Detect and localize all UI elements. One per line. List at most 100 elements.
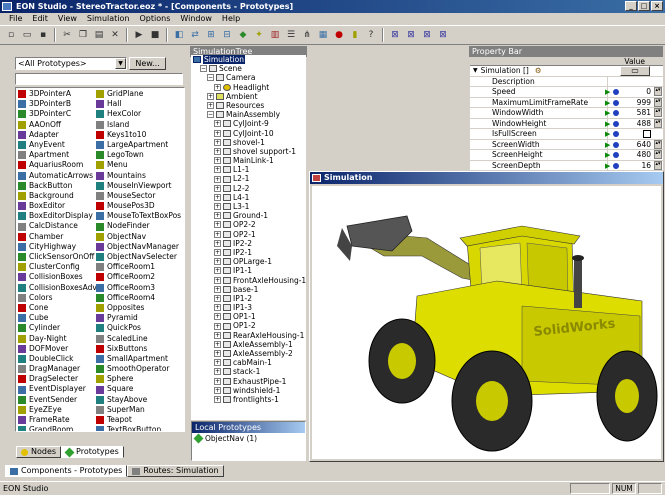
spin-icon[interactable]: ▴▾	[654, 108, 662, 117]
record-icon[interactable]: ●	[332, 28, 346, 42]
property-value[interactable]	[608, 129, 663, 139]
prototype-item[interactable]: AquariusRoom	[18, 160, 97, 170]
prototype-item[interactable]: HexColor	[96, 109, 181, 119]
prototype-item[interactable]: Adapter	[18, 130, 97, 140]
tab-routes[interactable]: Routes: Simulation	[127, 465, 224, 477]
property-value[interactable]: 581 ▴▾	[608, 108, 663, 118]
expand-icon[interactable]: +	[214, 193, 221, 201]
expand-icon[interactable]: +	[214, 239, 221, 247]
expand-icon[interactable]: +	[214, 184, 221, 192]
prototype-item[interactable]: BoxEditor	[18, 201, 97, 211]
spin-icon[interactable]: ▴▾	[654, 139, 662, 149]
prototype-item[interactable]: Pyramid	[96, 313, 181, 323]
prototype-item[interactable]: DOFMover	[18, 344, 97, 354]
prototype-item[interactable]: Cube	[18, 313, 97, 323]
expand-icon[interactable]: +	[214, 359, 221, 367]
prototype-item[interactable]: CollisionBoxesAdv	[18, 283, 97, 293]
expand-icon[interactable]: +	[214, 340, 221, 348]
expand-icon[interactable]: +	[214, 294, 221, 302]
prototype-item[interactable]: SuperMan	[96, 405, 181, 415]
expand-icon[interactable]: +	[214, 221, 221, 229]
property-value[interactable]: 480 ▴▾	[608, 150, 663, 160]
tree-item[interactable]: + stack-1	[191, 367, 306, 376]
prototype-item[interactable]: Cylinder	[18, 323, 97, 333]
property-row[interactable]: ▶ ScreenWidth 640 ▴▾	[470, 139, 663, 150]
stop-icon[interactable]: ■	[148, 28, 162, 42]
tree-item[interactable]: + frontlights-1	[191, 395, 306, 404]
grid-tool-icon[interactable]: ⊟	[220, 28, 234, 42]
prototype-item[interactable]: OfficeRoom3	[96, 283, 181, 293]
prototype-item[interactable]: Menu	[96, 160, 181, 170]
tab-components-prototypes[interactable]: Components - Prototypes	[5, 465, 128, 477]
prototype-item[interactable]: GrandRoom	[18, 425, 97, 431]
tree-item[interactable]: + IP1-1	[191, 266, 306, 275]
property-row[interactable]: ▶ WindowWidth 581 ▴▾	[470, 108, 663, 119]
tree-item[interactable]: + OP1-1	[191, 312, 306, 321]
expand-icon[interactable]: +	[207, 102, 214, 110]
paste-icon[interactable]: ▤	[92, 28, 106, 42]
cut-icon[interactable]: ✂	[60, 28, 74, 42]
property-row[interactable]: ▶ MaximumLimitFrameRate 999 ▴▾	[470, 97, 663, 108]
tree-item[interactable]: + AxleAssembly-2	[191, 349, 306, 358]
light-tool-icon[interactable]: ✦	[252, 28, 266, 42]
property-value[interactable]: 999 ▴▾	[608, 97, 663, 108]
tree-item[interactable]: + CylJoint-9	[191, 119, 306, 128]
prototype-item[interactable]: EyeZEye	[18, 405, 97, 415]
property-value[interactable]	[608, 77, 663, 87]
prototype-item[interactable]: GridPlane	[96, 89, 181, 99]
tree-item[interactable]: + IP1-3	[191, 303, 306, 312]
prototype-item[interactable]: SmoothOperator	[96, 364, 181, 374]
prototype-item[interactable]: CityHighway	[18, 242, 97, 252]
menu-file[interactable]: File	[4, 13, 27, 25]
menu-options[interactable]: Options	[135, 13, 176, 25]
prototype-item[interactable]: SixButtons	[96, 344, 181, 354]
local-prototype-item[interactable]: ObjectNav (1)	[193, 433, 257, 444]
expand-icon[interactable]: −	[207, 74, 214, 82]
expand-icon[interactable]: +	[214, 203, 221, 211]
prototype-item[interactable]: CollisionBoxes	[18, 272, 97, 282]
expand-icon[interactable]: +	[214, 212, 221, 220]
copy-icon[interactable]: ❐	[76, 28, 90, 42]
spin-icon[interactable]: ▴▾	[654, 118, 662, 128]
tree-item[interactable]: + Ground-1	[191, 211, 306, 220]
prototype-item[interactable]: 3DPointerA	[18, 89, 97, 99]
tree-item[interactable]: + AxleAssembly-1	[191, 340, 306, 349]
save-icon[interactable]: ▪	[36, 28, 50, 42]
tree-item[interactable]: + Resources	[191, 101, 306, 110]
expand-icon[interactable]: +	[214, 313, 221, 321]
tree-item[interactable]: + OP2-1	[191, 230, 306, 239]
prototype-item[interactable]: QuickPos	[96, 323, 181, 333]
expand-icon[interactable]: +	[214, 157, 221, 165]
tree-item[interactable]: + cabMain-1	[191, 358, 306, 367]
property-row[interactable]: Description	[470, 76, 663, 87]
close-button[interactable]: ×	[651, 1, 663, 11]
property-node-row[interactable]: ▼ Simulation [] ⚙ ▭	[470, 66, 663, 77]
bars-icon[interactable]: ▮	[348, 28, 362, 42]
tree-item[interactable]: − Scene	[191, 64, 306, 73]
expand-icon[interactable]: +	[214, 377, 221, 385]
tab-nodes[interactable]: Nodes	[16, 446, 62, 458]
simulation-viewport[interactable]: SolidWorks	[312, 186, 661, 459]
prototype-item[interactable]: ClusterConfig	[18, 262, 97, 272]
menu-simulation[interactable]: Simulation	[82, 13, 135, 25]
prototype-item[interactable]: ClickSensorOnOff	[18, 252, 97, 262]
prototype-item[interactable]: ScaledLine	[96, 334, 181, 344]
prototype-item[interactable]: Chamber	[18, 232, 97, 242]
prototype-item[interactable]: Sphere	[96, 374, 181, 384]
fullscreen-checkbox[interactable]	[643, 130, 651, 138]
prototype-item[interactable]: Hall	[96, 99, 181, 109]
property-row[interactable]: ▶ ScreenDepth 16 ▴▾	[470, 160, 663, 171]
mesh-tool-icon[interactable]: ⋔	[300, 28, 314, 42]
new-prototype-button[interactable]: New...	[129, 57, 166, 70]
prototype-item[interactable]: ObjectNav	[96, 232, 181, 242]
window-layout-2-icon[interactable]: ⊠	[404, 28, 418, 42]
frame-tool-icon[interactable]: ⊞	[204, 28, 218, 42]
spin-icon[interactable]: ▴▾	[654, 150, 662, 159]
expand-icon[interactable]: +	[214, 166, 221, 174]
expand-icon[interactable]: +	[214, 147, 221, 155]
prototype-item[interactable]: ObjectNavSelecter	[96, 252, 181, 262]
prototype-item[interactable]: MouseInViewport	[96, 181, 181, 191]
tree-item[interactable]: + windshield-1	[191, 386, 306, 395]
expand-icon[interactable]: +	[214, 129, 221, 137]
expand-icon[interactable]: +	[214, 276, 221, 284]
